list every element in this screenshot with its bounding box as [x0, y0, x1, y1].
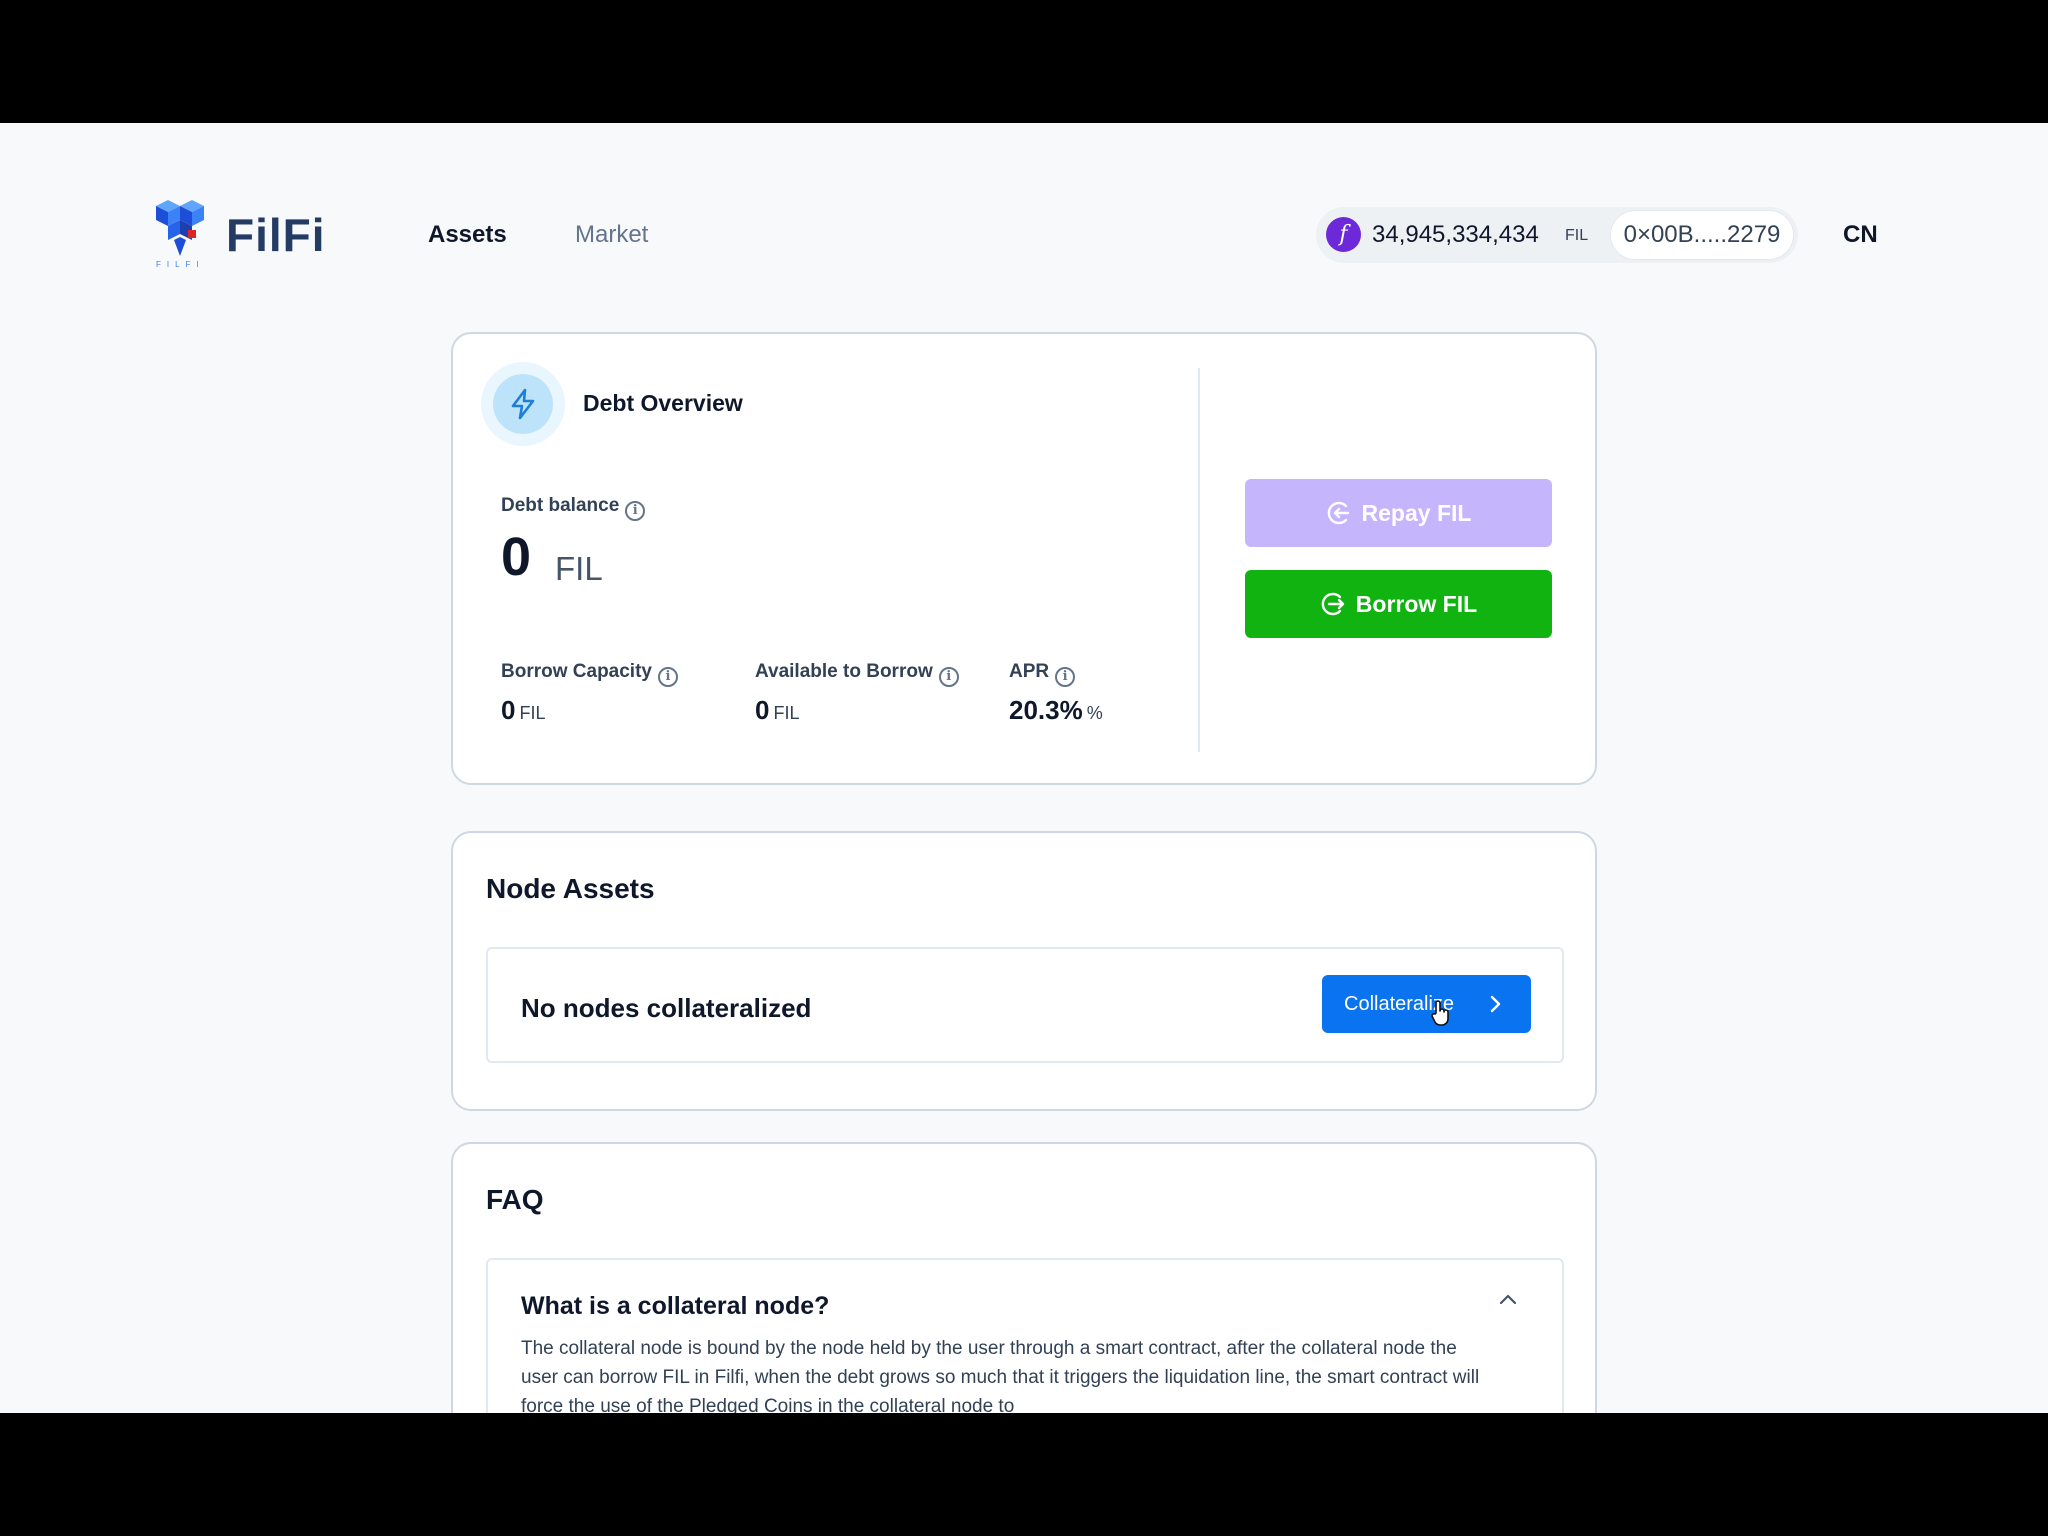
- brand-name: FilFi: [226, 209, 326, 261]
- faq-answer: The collateral node is bound by the node…: [521, 1338, 1480, 1413]
- wallet-address[interactable]: 0×00B.....2279: [1610, 210, 1794, 260]
- borrow-icon: [1321, 592, 1344, 616]
- wallet-balance: 34,945,334,434: [1372, 221, 1539, 248]
- nav-assets[interactable]: Assets: [428, 221, 507, 249]
- available-to-borrow-value: 0 FIL: [755, 695, 800, 725]
- debt-balance-unit: FIL: [555, 550, 603, 587]
- info-icon[interactable]: i: [625, 501, 646, 521]
- available-to-borrow-label: Available to Borrow i: [755, 661, 959, 687]
- apr-value: 20.3%%: [1009, 695, 1103, 725]
- brand-tagline: FILFI: [156, 260, 205, 269]
- apr-label: APR i: [1009, 661, 1076, 687]
- debt-balance-value: 0: [501, 527, 532, 587]
- language-switch[interactable]: CN: [1843, 221, 1878, 249]
- nav-market[interactable]: Market: [575, 221, 648, 249]
- wallet-balance-unit: FIL: [1565, 227, 1589, 244]
- debt-balance-label: Debt balance i: [501, 495, 646, 521]
- fil-coin-icon: f: [1326, 217, 1361, 252]
- borrow-capacity-label: Borrow Capacity i: [501, 661, 678, 687]
- nodes-empty-text: No nodes collateralized: [521, 993, 812, 1023]
- debt-overview-card: Debt Overview Debt balance i 0 FIL Borrow…: [451, 332, 1597, 785]
- app-screen: FilFi FILFI Assets Market f 34,945,334,4…: [0, 123, 2048, 1413]
- info-icon[interactable]: i: [657, 667, 678, 687]
- faq-title: FAQ: [486, 1184, 544, 1215]
- debt-overview-title: Debt Overview: [583, 390, 743, 416]
- bolt-icon: [481, 362, 565, 446]
- repay-fil-button[interactable]: Repay FIL: [1245, 479, 1552, 547]
- borrow-capacity-value: 0 FIL: [501, 695, 546, 725]
- faq-card: FAQ What is a collateral node? The colla…: [451, 1142, 1597, 1413]
- node-assets-card: Node Assets No nodes collateralized Coll…: [451, 831, 1597, 1111]
- info-icon[interactable]: i: [1055, 667, 1076, 687]
- chevron-up-icon[interactable]: [1498, 1292, 1518, 1306]
- vertical-divider: [1198, 368, 1200, 752]
- node-assets-title: Node Assets: [486, 873, 655, 904]
- repay-icon: [1327, 501, 1349, 525]
- info-icon[interactable]: i: [938, 667, 959, 687]
- nodes-empty-box: No nodes collateralized Collateralize: [486, 947, 1564, 1063]
- borrow-fil-button[interactable]: Borrow FIL: [1245, 570, 1552, 638]
- collateralize-button[interactable]: Collateralize: [1322, 975, 1531, 1033]
- filfi-logo-icon: [156, 200, 204, 256]
- faq-question[interactable]: What is a collateral node?: [521, 1292, 829, 1321]
- wallet-chip[interactable]: f 34,945,334,434 FIL 0×00B.....2279: [1316, 207, 1798, 263]
- faq-item[interactable]: What is a collateral node? The collatera…: [486, 1258, 1564, 1413]
- cursor-hand-icon: [1431, 1000, 1449, 1026]
- chevron-right-icon: [1489, 975, 1503, 1055]
